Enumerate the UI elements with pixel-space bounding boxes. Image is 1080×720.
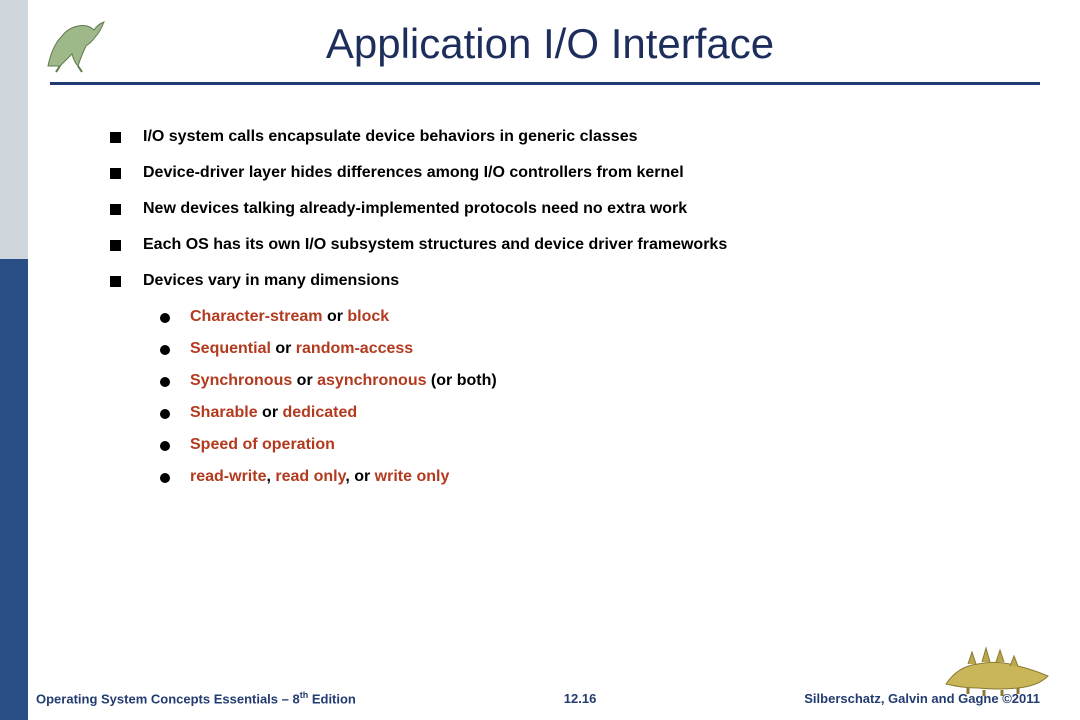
dot-bullet-icon [160,441,170,451]
sub-bullet-item: Sharable or dedicated [160,404,1020,422]
dot-bullet-icon [160,377,170,387]
bullet-item: Device-driver layer hides differences am… [110,164,1020,182]
square-bullet-icon [110,132,121,143]
sub-bullet-text: read-write, read only, or write only [190,468,449,486]
bullet-item: I/O system calls encapsulate device beha… [110,128,1020,146]
sub-bullet-item: read-write, read only, or write only [160,468,1020,486]
sub-bullet-item: Speed of operation [160,436,1020,454]
footer: Operating System Concepts Essentials – 8… [36,690,1040,706]
sub-bullet-text: Speed of operation [190,436,335,454]
bullet-item: Devices vary in many dimensions [110,272,1020,290]
bullet-item: New devices talking already-implemented … [110,200,1020,218]
sub-list: Character-stream or block Sequential or … [160,308,1020,486]
dot-bullet-icon [160,473,170,483]
bullet-item: Each OS has its own I/O subsystem struct… [110,236,1020,254]
square-bullet-icon [110,168,121,179]
bullet-text: Device-driver layer hides differences am… [143,164,684,182]
sub-bullet-text: Character-stream or block [190,308,389,326]
sub-bullet-text: Sharable or dedicated [190,404,357,422]
footer-right: Silberschatz, Galvin and Gagne ©2011 [804,691,1040,706]
bullet-text: Devices vary in many dimensions [143,272,399,290]
slide-title: Application I/O Interface [60,20,1040,68]
slide: Application I/O Interface I/O system cal… [0,0,1080,720]
sub-bullet-text: Sequential or random-access [190,340,413,358]
square-bullet-icon [110,240,121,251]
sub-bullet-item: Character-stream or block [160,308,1020,326]
bullet-text: I/O system calls encapsulate device beha… [143,128,637,146]
dot-bullet-icon [160,313,170,323]
dot-bullet-icon [160,345,170,355]
square-bullet-icon [110,276,121,287]
bullet-text: Each OS has its own I/O subsystem struct… [143,236,727,254]
dinosaur-bottom-icon [938,636,1058,696]
sub-bullet-text: Synchronous or asynchronous (or both) [190,372,497,390]
square-bullet-icon [110,204,121,215]
accent-band [0,0,28,720]
sub-bullet-item: Synchronous or asynchronous (or both) [160,372,1020,390]
sub-bullet-item: Sequential or random-access [160,340,1020,358]
footer-left: Operating System Concepts Essentials – 8… [36,690,356,706]
title-rule [50,82,1040,85]
content-area: I/O system calls encapsulate device beha… [110,128,1020,500]
footer-page-number: 12.16 [564,691,597,706]
dot-bullet-icon [160,409,170,419]
bullet-text: New devices talking already-implemented … [143,200,687,218]
